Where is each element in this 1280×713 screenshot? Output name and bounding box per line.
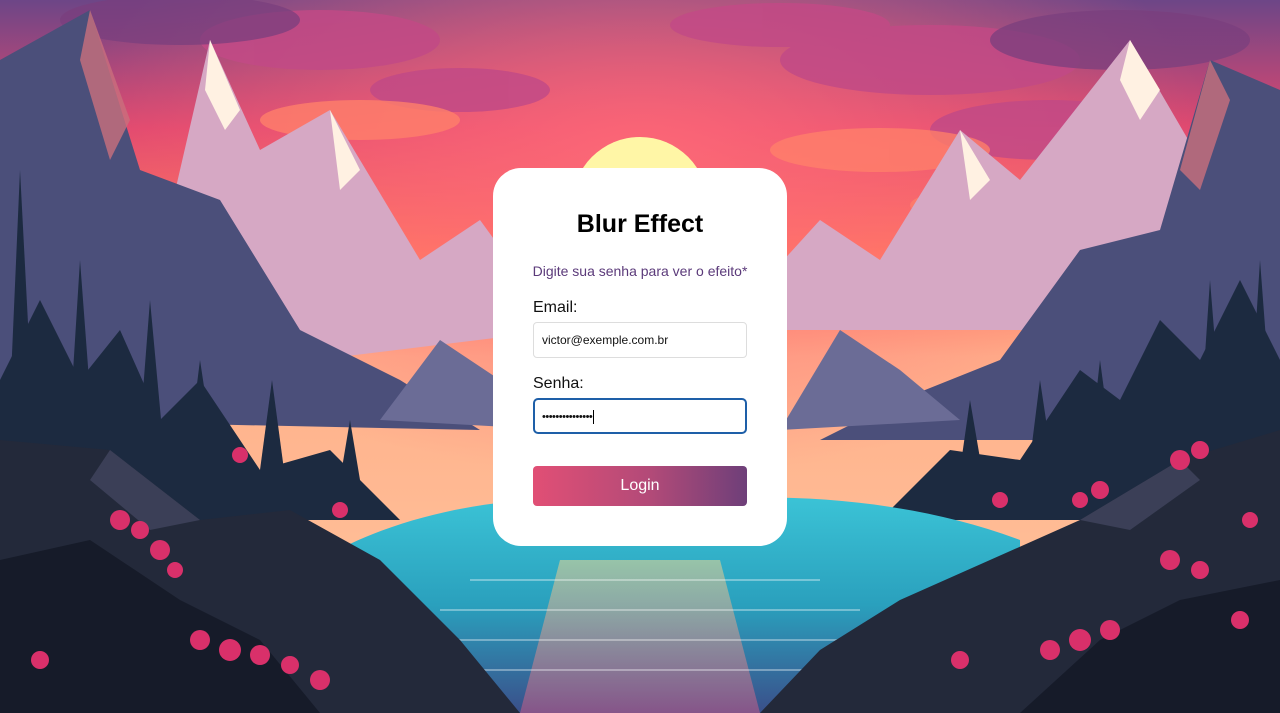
email-field[interactable]: victor@exemple.com.br bbox=[533, 322, 747, 358]
email-label: Email: bbox=[533, 299, 578, 316]
password-field[interactable]: ••••••••••••••• bbox=[533, 398, 747, 434]
email-value: victor@exemple.com.br bbox=[542, 333, 669, 347]
text-caret bbox=[593, 409, 595, 424]
card-title: Blur Effect bbox=[576, 210, 704, 238]
login-button[interactable]: Login bbox=[533, 466, 747, 506]
password-label: Senha: bbox=[533, 375, 584, 392]
card-subtitle: Digite sua senha para ver o efeito* bbox=[532, 263, 748, 279]
login-card: Blur Effect Digite sua senha para ver o … bbox=[493, 168, 787, 546]
password-value: ••••••••••••••• bbox=[542, 410, 593, 423]
